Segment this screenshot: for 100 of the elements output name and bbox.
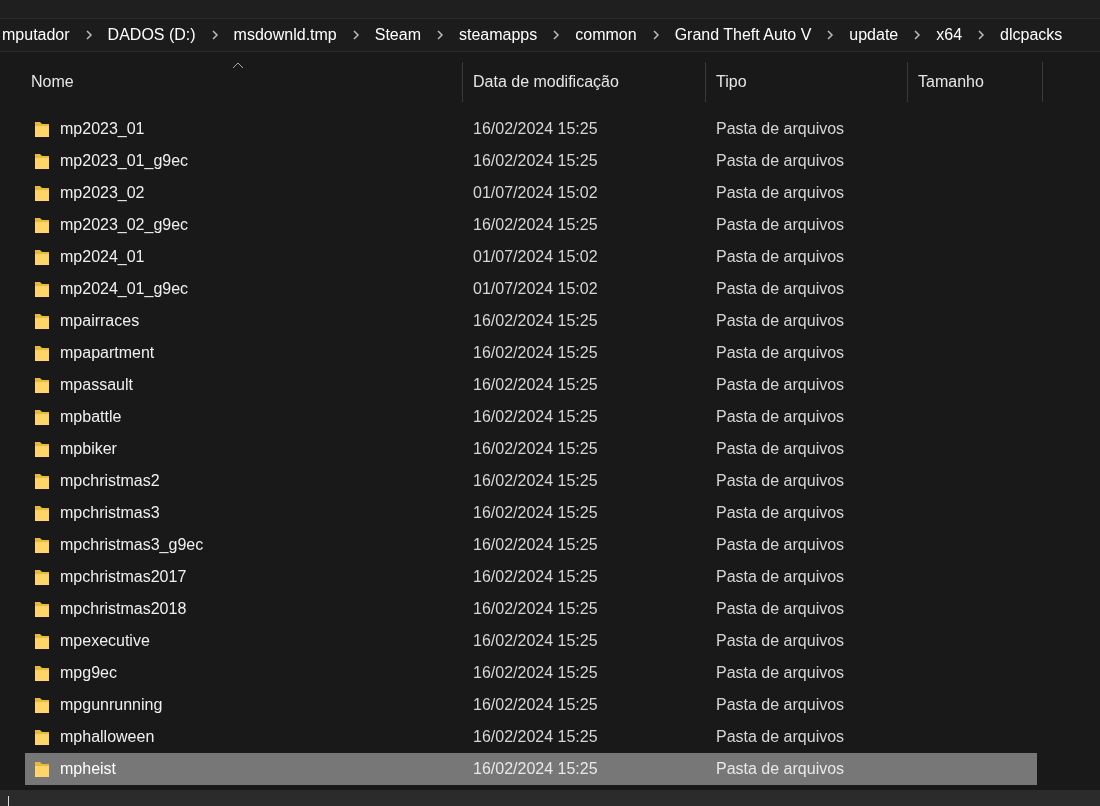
- file-name: mpassault: [60, 376, 133, 394]
- folder-icon: [34, 312, 50, 330]
- file-name: mp2023_02: [60, 184, 145, 202]
- modified-date: 16/02/2024 15:25: [472, 472, 599, 490]
- breadcrumb-item[interactable]: DADOS (D:): [105, 26, 198, 44]
- file-row[interactable]: mpapartment 16/02/2024 15:25 Pasta de arquivos: [25, 337, 1037, 369]
- file-row[interactable]: mpexecutive 16/02/2024 15:25 Pasta de arquivos: [25, 625, 1037, 657]
- file-row[interactable]: mp2023_02_g9ec 16/02/2024 15:25 Pasta de arquivos: [25, 209, 1037, 241]
- chevron-icon: [976, 30, 987, 40]
- file-type: Pasta de arquivos: [715, 440, 846, 458]
- breadcrumb-item[interactable]: mputador: [0, 26, 72, 44]
- modified-date: 16/02/2024 15:25: [472, 120, 599, 138]
- file-name: mpchristmas3: [60, 504, 160, 522]
- chevron-icon: [83, 30, 94, 40]
- file-name: mpapartment: [60, 344, 155, 362]
- file-name: mp2023_01: [60, 120, 145, 138]
- modified-date: 16/02/2024 15:25: [472, 664, 599, 682]
- folder-icon: [34, 440, 50, 458]
- folder-icon: [34, 280, 50, 298]
- file-row[interactable]: mpairraces 16/02/2024 15:25 Pasta de arquivos: [25, 305, 1037, 337]
- file-type: Pasta de arquivos: [715, 728, 846, 746]
- folder-icon: [34, 632, 50, 650]
- file-name: mpbattle: [60, 408, 122, 426]
- file-name: mp2024_01_g9ec: [60, 280, 189, 298]
- file-name: mpairraces: [60, 312, 140, 330]
- chevron-icon: [650, 30, 661, 40]
- file-name: mpchristmas2018: [60, 600, 187, 618]
- folder-icon: [34, 664, 50, 682]
- chevron-icon: [912, 30, 923, 40]
- breadcrumb-item[interactable]: x64: [934, 26, 965, 44]
- file-row[interactable]: mpgunrunning 16/02/2024 15:25 Pasta de arquivos: [25, 689, 1037, 721]
- breadcrumb-item[interactable]: steamapps: [457, 26, 540, 44]
- file-row[interactable]: mpchristmas2018 16/02/2024 15:25 Pasta de arquivos: [25, 593, 1037, 625]
- file-row[interactable]: mp2024_01_g9ec 01/07/2024 15:02 Pasta de arquivos: [25, 273, 1037, 305]
- file-row[interactable]: mpchristmas2017 16/02/2024 15:25 Pasta de arquivos: [25, 561, 1037, 593]
- breadcrumb-item[interactable]: dlcpacks: [998, 26, 1065, 44]
- modified-date: 16/02/2024 15:25: [472, 344, 599, 362]
- file-name: mpbiker: [60, 440, 117, 458]
- folder-icon: [34, 344, 50, 362]
- file-row[interactable]: mpheist 16/02/2024 15:25 Pasta de arquivos: [25, 753, 1037, 785]
- file-type: Pasta de arquivos: [715, 760, 846, 778]
- modified-date: 16/02/2024 15:25: [472, 152, 599, 170]
- file-type: Pasta de arquivos: [715, 280, 846, 298]
- file-row[interactable]: mp2023_01_g9ec 16/02/2024 15:25 Pasta de arquivos: [25, 145, 1037, 177]
- file-name: mphalloween: [60, 728, 155, 746]
- column-header[interactable]: Tipo: [706, 62, 908, 102]
- folder-icon: [34, 536, 50, 554]
- breadcrumb-item[interactable]: update: [847, 26, 901, 44]
- modified-date: 16/02/2024 15:25: [472, 216, 599, 234]
- file-name: mpchristmas2: [60, 472, 160, 490]
- file-row[interactable]: mpbiker 16/02/2024 15:25 Pasta de arquivos: [25, 433, 1037, 465]
- file-row[interactable]: mpbattle 16/02/2024 15:25 Pasta de arquivos: [25, 401, 1037, 433]
- folder-icon: [34, 152, 50, 170]
- breadcrumb-item[interactable]: msdownld.tmp: [231, 26, 339, 44]
- modified-date: 01/07/2024 15:02: [472, 184, 599, 202]
- file-row[interactable]: mp2023_02 01/07/2024 15:02 Pasta de arquivos: [25, 177, 1037, 209]
- folder-icon: [34, 184, 50, 202]
- file-row[interactable]: mphalloween 16/02/2024 15:25 Pasta de arquivos: [25, 721, 1037, 753]
- file-type: Pasta de arquivos: [715, 536, 846, 554]
- file-type: Pasta de arquivos: [715, 504, 846, 522]
- chevron-icon: [825, 30, 836, 40]
- file-row[interactable]: mpchristmas3 16/02/2024 15:25 Pasta de arquivos: [25, 497, 1037, 529]
- file-row[interactable]: mp2024_01 01/07/2024 15:02 Pasta de arquivos: [25, 241, 1037, 273]
- file-type: Pasta de arquivos: [715, 248, 846, 266]
- modified-date: 16/02/2024 15:25: [472, 504, 599, 522]
- column-header[interactable]: Nome: [25, 62, 463, 102]
- folder-icon: [34, 472, 50, 490]
- chevron-icon: [350, 30, 361, 40]
- breadcrumb-item[interactable]: Grand Theft Auto V: [672, 26, 814, 44]
- breadcrumb-item[interactable]: Steam: [372, 26, 423, 44]
- file-type: Pasta de arquivos: [715, 216, 846, 234]
- folder-icon: [34, 760, 50, 778]
- column-header[interactable]: Tamanho: [908, 62, 1043, 102]
- breadcrumb-item[interactable]: common: [573, 26, 639, 44]
- modified-date: 16/02/2024 15:25: [472, 440, 599, 458]
- file-row[interactable]: mpchristmas3_g9ec 16/02/2024 15:25 Pasta de arquivos: [25, 529, 1037, 561]
- file-name: mpheist: [60, 760, 117, 778]
- modified-date: 16/02/2024 15:25: [472, 376, 599, 394]
- file-row[interactable]: mpg9ec 16/02/2024 15:25 Pasta de arquivos: [25, 657, 1037, 689]
- folder-icon: [34, 696, 50, 714]
- file-type: Pasta de arquivos: [715, 184, 846, 202]
- folder-icon: [34, 408, 50, 426]
- modified-date: 16/02/2024 15:25: [472, 696, 599, 714]
- folder-icon: [34, 504, 50, 522]
- file-row[interactable]: mpassault 16/02/2024 15:25 Pasta de arquivos: [25, 369, 1037, 401]
- folder-icon: [34, 376, 50, 394]
- modified-date: 01/07/2024 15:02: [472, 248, 599, 266]
- column-header[interactable]: Data de modificação: [463, 62, 706, 102]
- file-row[interactable]: mpchristmas2 16/02/2024 15:25 Pasta de arquivos: [25, 465, 1037, 497]
- file-name: mp2024_01: [60, 248, 145, 266]
- file-type: Pasta de arquivos: [715, 664, 846, 682]
- modified-date: 16/02/2024 15:25: [472, 728, 599, 746]
- folder-icon: [34, 248, 50, 266]
- folder-icon: [34, 600, 50, 618]
- file-name: mpgunrunning: [60, 696, 163, 714]
- folder-icon: [34, 728, 50, 746]
- file-row[interactable]: mp2023_01 16/02/2024 15:25 Pasta de arquivos: [25, 113, 1037, 145]
- file-type: Pasta de arquivos: [715, 632, 846, 650]
- modified-date: 16/02/2024 15:25: [472, 760, 599, 778]
- file-name: mp2023_02_g9ec: [60, 216, 189, 234]
